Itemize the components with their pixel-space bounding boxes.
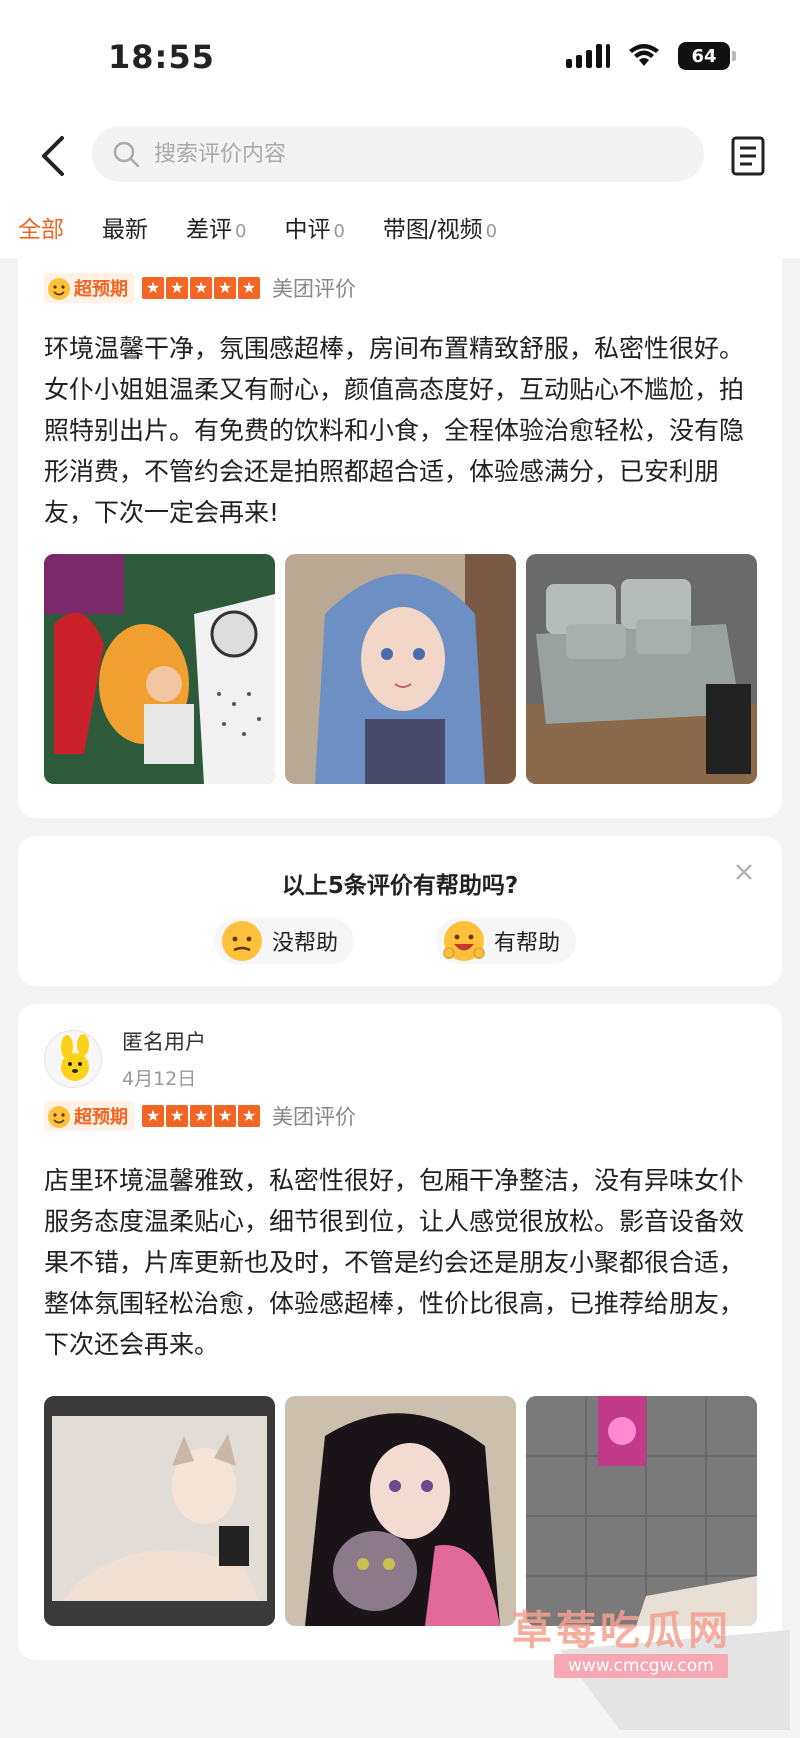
tab-label: 带图/视频 [382,217,483,243]
close-icon[interactable] [730,858,758,886]
helpful-label: 有帮助 [494,931,561,956]
tab-media[interactable]: 带图/视频 0 [383,210,497,244]
search-icon [113,141,140,168]
happy-face-icon [48,1106,70,1128]
badge-label: 超预期 [74,1107,128,1128]
filter-tabs: 全部 最新 差评 0 中评 0 带图/视频 0 [0,202,800,252]
helpful-feedback-card: 以上5条评价有帮助吗? 没帮助 有帮助 [18,836,782,986]
exceeded-expectation-badge: 超预期 [44,1101,134,1131]
tab-count: 0 [333,221,345,242]
star-icon: ★ [142,1105,164,1127]
review-source: 美团评价 [272,1105,356,1129]
review-photo[interactable] [285,1396,516,1626]
search-input[interactable] [154,141,634,167]
watermark-title: 草莓吃瓜网 [512,1608,732,1654]
star-rating: ★ ★ ★ ★ ★ [142,1105,260,1127]
status-time: 18:55 [108,38,215,76]
star-icon: ★ [238,277,260,299]
star-icon: ★ [166,1105,188,1127]
watermark-url: www.cmcgw.com [554,1654,728,1678]
star-rating: ★ ★ ★ ★ ★ [142,277,260,299]
header: 全部 最新 差评 0 中评 0 带图/视频 0 [0,110,800,258]
star-icon: ★ [166,277,188,299]
happy-face-icon [443,921,485,961]
star-icon: ★ [190,277,212,299]
reviewer-info: 匿名用户 4月12日 [44,1026,206,1091]
review-text: 店里环境温馨雅致，私密性很好，包厢干净整洁，没有异味女仆服务态度温柔贴心，细节很… [44,1166,745,1359]
status-icons: 64 [566,42,736,70]
avatar[interactable] [44,1029,102,1088]
confused-face-icon [222,921,262,961]
back-icon[interactable] [34,132,74,180]
not-helpful-button[interactable]: 没帮助 [214,918,355,964]
review-photo[interactable] [44,1396,275,1626]
review-source: 美团评价 [272,277,356,301]
watermark: 草莓吃瓜网 www.cmcgw.com [500,1590,790,1730]
happy-face-icon [48,278,70,300]
review-photo[interactable] [285,554,516,784]
badge-label: 超预期 [74,279,128,300]
tab-count: 0 [235,221,247,242]
status-bar: 18:55 64 [0,0,800,110]
review-photo[interactable] [526,554,757,784]
star-icon: ★ [142,277,164,299]
tab-count: 0 [485,221,498,242]
not-helpful-label: 没帮助 [272,931,339,956]
document-icon[interactable] [728,134,768,178]
exceeded-expectation-badge: 超预期 [44,273,134,303]
star-icon: ★ [214,277,236,299]
battery-icon: 64 [678,42,736,70]
review-text: 环境温馨干净，氛围感超棒，房间布置精致舒服，私密性很好。女仆小姐姐温柔又有耐心，… [44,334,745,527]
review-card: 匿名用户 4月12日 超预期 ★ ★ ★ ★ ★ 美团评价 店里环境温馨雅致，私… [18,1004,782,1660]
tab-label: 全部 [18,217,64,243]
star-icon: ★ [238,1105,260,1127]
helpful-question: 以上5条评价有帮助吗? [281,873,519,899]
tab-neutral[interactable]: 中评 0 [284,210,344,244]
tab-label: 中评 [284,217,331,243]
tab-negative[interactable]: 差评 0 [186,210,246,244]
tab-label: 最新 [102,217,148,243]
review-photos [44,554,757,784]
signal-icon [566,44,610,68]
tab-all[interactable]: 全部 [18,210,64,244]
rating-row: 超预期 ★ ★ ★ ★ ★ 美团评价 [44,1100,356,1132]
search-bar[interactable] [92,126,704,182]
rating-row: 超预期 ★ ★ ★ ★ ★ 美团评价 [44,272,356,304]
star-icon: ★ [190,1105,212,1127]
review-date: 4月12日 [122,1068,197,1090]
review-card: 超预期 ★ ★ ★ ★ ★ 美团评价 环境温馨干净，氛围感超棒，房间布置精致舒服… [18,258,782,818]
user-name: 匿名用户 [122,1030,206,1054]
star-icon: ★ [214,1105,236,1127]
wifi-icon [629,44,659,66]
helpful-button[interactable]: 有帮助 [436,918,577,964]
tab-latest[interactable]: 最新 [102,210,148,244]
tab-label: 差评 [186,217,232,243]
review-photo[interactable] [44,554,275,784]
